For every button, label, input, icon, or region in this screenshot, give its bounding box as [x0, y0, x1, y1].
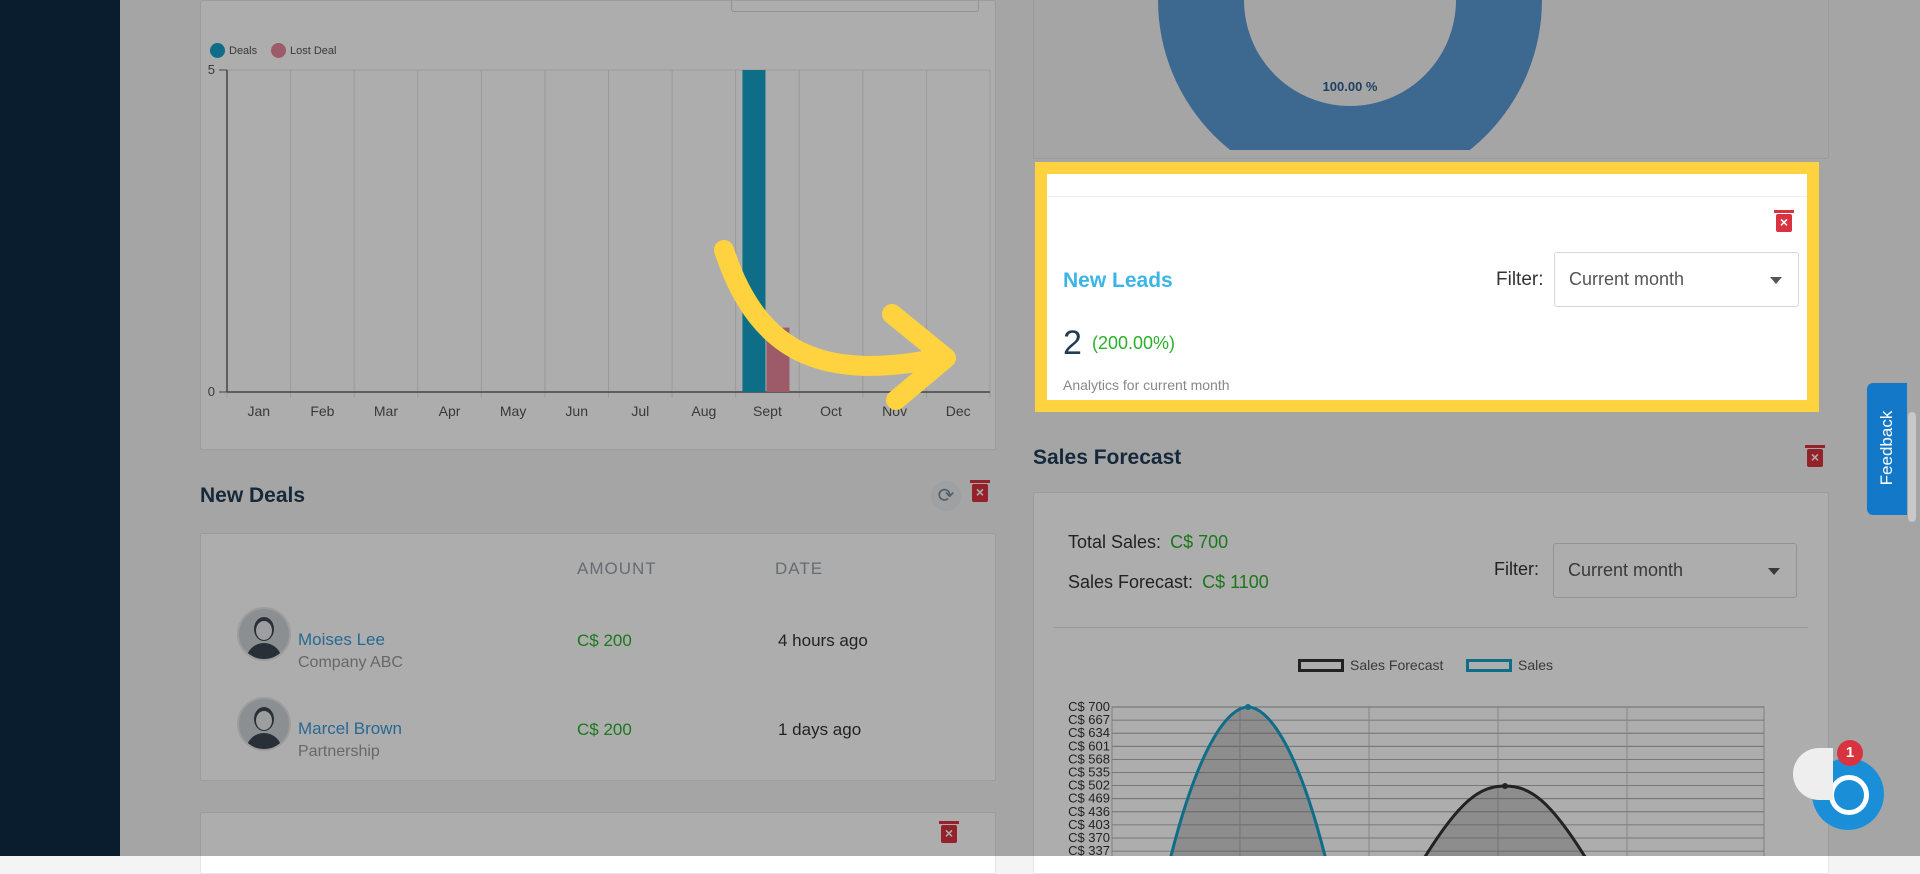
feedback-label: Feedback: [1877, 410, 1896, 486]
table-row[interactable]: Moises Lee Company ABC C$ 200 4 hours ag…: [201, 594, 995, 674]
legend-sales-label: Sales: [1518, 657, 1554, 673]
sales-forecast-total: Sales Forecast: C$ 1100: [1068, 572, 1269, 593]
deal-date: 1 days ago: [778, 720, 862, 739]
x-tick-label: Jun: [565, 403, 588, 419]
contact-name-link[interactable]: Moises Lee: [298, 630, 385, 650]
next-widget-delete-icon[interactable]: [939, 821, 959, 843]
sales-filter-label: Filter:: [1494, 559, 1539, 579]
sales-filter-select[interactable]: Current month: [1553, 543, 1797, 598]
point-sales-forecast: [1502, 783, 1508, 789]
x-tick-label: Mar: [374, 403, 398, 419]
new-leads-card: New Leads Filter: Current month 2 (200.0…: [1047, 174, 1807, 400]
sales-forecast-label: Sales Forecast:: [1068, 572, 1194, 592]
new-deals-delete-icon[interactable]: [970, 480, 990, 502]
y-tick-label: 0: [208, 384, 215, 399]
chat-badge: 1: [1837, 740, 1863, 766]
deal-date: 4 hours ago: [778, 631, 868, 650]
divider: [1054, 627, 1808, 628]
new-leads-filter-value: Current month: [1569, 269, 1685, 289]
column-amount: AMOUNT: [577, 559, 657, 578]
pie-card-border: [1033, 0, 1829, 159]
refresh-icon[interactable]: ⟳: [931, 481, 961, 511]
new-leads-filter-select[interactable]: Current month: [1554, 252, 1799, 307]
x-tick-label: Jul: [631, 403, 649, 419]
new-leads-title[interactable]: New Leads: [1063, 269, 1173, 293]
new-deals-card: AMOUNT DATE Moises Lee Company ABC C$ 20…: [200, 533, 996, 781]
sales-forecast-value: C$ 1100: [1202, 572, 1269, 592]
legend-sales[interactable]: Sales: [1466, 657, 1553, 673]
sales-forecast-title: Sales Forecast: [1033, 446, 1182, 469]
new-leads-filter-label: Filter:: [1496, 269, 1544, 290]
x-tick-label: May: [500, 403, 526, 419]
avatar: [237, 607, 291, 661]
contact-company: Partnership: [298, 743, 380, 760]
sales-filter-value: Current month: [1568, 560, 1684, 580]
chat-icon: [1829, 775, 1869, 815]
contact-name-link[interactable]: Marcel Brown: [298, 719, 402, 739]
app-sidebar: [0, 0, 120, 856]
new-deals-title: New Deals: [200, 484, 306, 507]
new-leads-caption: Analytics for current month: [1063, 377, 1230, 393]
x-tick-label: Feb: [310, 403, 334, 419]
legend-sales-swatch: [1466, 658, 1512, 672]
table-row[interactable]: Marcel Brown Partnership C$ 200 1 days a…: [201, 684, 995, 764]
tour-arrow-icon: [714, 240, 956, 410]
x-tick-label: Jan: [248, 403, 271, 419]
legend-sales-forecast[interactable]: Sales Forecast: [1298, 657, 1443, 673]
total-sales-value: C$ 700: [1170, 532, 1229, 552]
page-scrollbar[interactable]: [1908, 412, 1916, 522]
x-tick-label: Apr: [439, 403, 461, 419]
chevron-down-icon: [1770, 276, 1782, 284]
deal-amount: C$ 200: [577, 631, 632, 650]
sales-forecast-chart: C$ 700C$ 667C$ 634C$ 601C$ 568C$ 535C$ 5…: [1068, 700, 1765, 856]
new-leads-count: 2: [1063, 324, 1082, 362]
avatar: [237, 697, 291, 751]
legend-sales-forecast-label: Sales Forecast: [1350, 657, 1444, 673]
total-sales: Total Sales: C$ 700: [1068, 532, 1228, 553]
sales-forecast-delete-icon[interactable]: [1805, 445, 1825, 467]
deal-amount: C$ 200: [577, 720, 632, 739]
chevron-down-icon: [1768, 567, 1780, 575]
y-tick-label: C$ 337: [1068, 843, 1110, 856]
y-tick-label: 5: [208, 62, 215, 77]
feedback-tab[interactable]: Feedback: [1867, 383, 1907, 515]
next-widget-card: [200, 812, 996, 874]
card-header-divider: [1047, 196, 1807, 197]
contact-company: Company ABC: [298, 654, 403, 671]
point-sales: [1245, 704, 1251, 710]
total-sales-label: Total Sales:: [1068, 532, 1162, 552]
new-leads-delete-icon[interactable]: [1774, 210, 1794, 232]
new-leads-change: (200.00%): [1092, 333, 1176, 353]
chart-filter-select[interactable]: [731, 0, 979, 12]
column-date: DATE: [775, 559, 824, 578]
legend-sales-forecast-swatch: [1298, 658, 1344, 672]
